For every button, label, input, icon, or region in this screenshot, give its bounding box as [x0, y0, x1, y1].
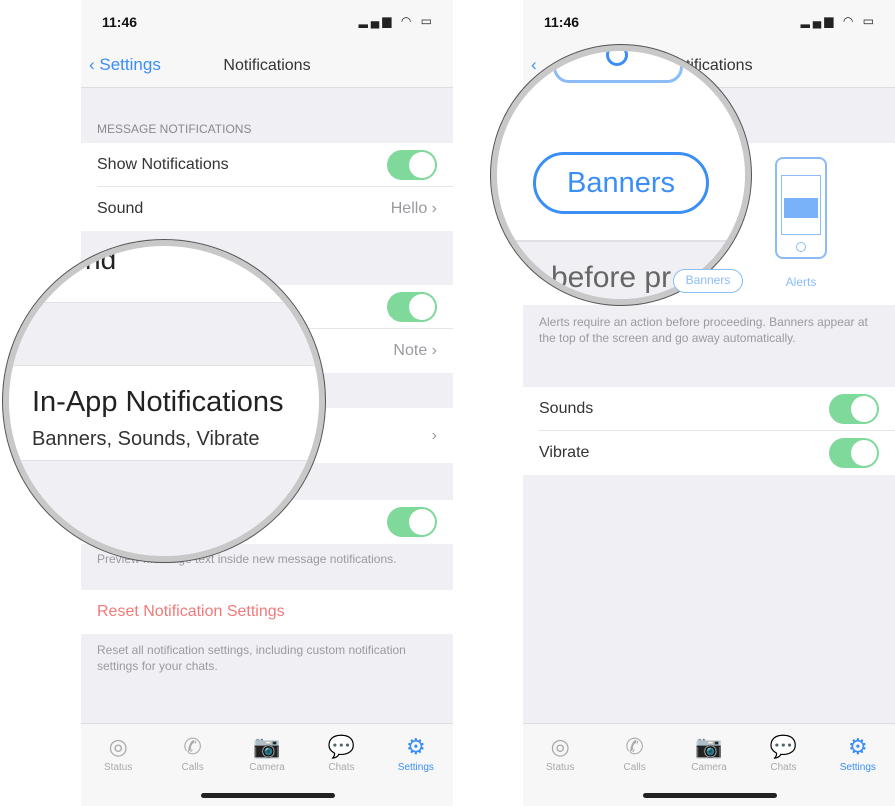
banners-phone-icon: [553, 51, 683, 83]
magnified-partial-text: before pr: [551, 261, 672, 294]
status-time: 11:46: [102, 14, 138, 30]
sound-vibrate-group: Sounds Vibrate: [523, 387, 895, 475]
group-sound-value: Note ›: [393, 342, 437, 359]
status-time: 11:46: [544, 14, 580, 30]
status-icons: ▂▄▆ ◠ ▭: [358, 14, 435, 28]
tab-status[interactable]: ◎ Status: [81, 724, 155, 806]
status-icon: ◎: [550, 734, 570, 759]
magnified-partial-text: nd: [85, 244, 117, 275]
tab-bar: ◎ Status ✆ Calls 📷 Camera 💬 Chats ⚙ Settings: [523, 723, 895, 806]
sound-row[interactable]: Sound Hello ›: [97, 187, 453, 231]
reset-footer: Reset all notification settings, includi…: [97, 643, 406, 673]
banners-pill[interactable]: Banners: [533, 152, 709, 214]
sounds-toggle[interactable]: [829, 394, 879, 424]
status-bar: 11:46 ▂▄▆ ◠ ▭: [81, 0, 453, 44]
status-icons: ▂▄▆ ◠ ▭: [800, 14, 877, 28]
gear-icon: ⚙: [405, 734, 426, 759]
camera-icon: 📷: [695, 734, 723, 759]
phone-icon: ✆: [183, 734, 202, 759]
sounds-row: Sounds: [539, 387, 895, 431]
vibrate-toggle[interactable]: [829, 438, 879, 468]
show-preview-toggle[interactable]: [387, 507, 437, 537]
camera-icon: 📷: [253, 734, 281, 759]
tab-status[interactable]: ◎ Status: [523, 724, 597, 806]
group-show-toggle[interactable]: [387, 292, 437, 322]
alerts-option[interactable]: Alerts: [775, 275, 827, 289]
reset-notification-settings-button[interactable]: Reset Notification Settings: [97, 590, 453, 634]
vibrate-row: Vibrate: [539, 431, 895, 475]
in-app-notifications-title[interactable]: In-App Notifications: [32, 386, 283, 419]
magnifier-in-app-notifications: nd In-App Notifications Banners, Sounds,…: [3, 240, 325, 562]
row-label: Sound: [97, 200, 144, 217]
home-indicator: [643, 793, 777, 798]
alerts-phone-icon[interactable]: [775, 157, 827, 259]
row-label: Show Notifications: [97, 156, 229, 173]
chat-icon: 💬: [769, 734, 798, 759]
sound-value: Hello ›: [390, 200, 437, 217]
nav-bar: ‹ Settings Notifications: [81, 44, 453, 88]
home-indicator: [201, 793, 335, 798]
tab-settings[interactable]: ⚙ Settings: [379, 724, 453, 806]
banners-option-label: Banners: [685, 273, 731, 287]
reset-group: Reset Notification Settings: [81, 590, 453, 634]
in-app-notifications-subtitle: Banners, Sounds, Vibrate: [32, 428, 260, 450]
chat-icon: 💬: [327, 734, 356, 759]
magnifier-banners: Banners before pr: [491, 45, 751, 305]
section-header: MESSAGE NOTIFICATIONS: [97, 122, 252, 136]
tab-settings[interactable]: ⚙ Settings: [821, 724, 895, 806]
style-footer: Alerts require an action before proceedi…: [539, 315, 868, 345]
banners-option[interactable]: Banners: [673, 269, 743, 293]
chevron-right-icon: ›: [431, 427, 437, 444]
phone-icon: ✆: [625, 734, 644, 759]
status-icon: ◎: [108, 734, 128, 759]
status-bar: 11:46 ▂▄▆ ◠ ▭: [523, 0, 895, 44]
show-notifications-row: Show Notifications: [97, 143, 453, 187]
show-notifications-toggle[interactable]: [387, 150, 437, 180]
page-title: Notifications: [223, 57, 311, 74]
gear-icon: ⚙: [847, 734, 868, 759]
message-notifications-group: Show Notifications Sound Hello ›: [81, 143, 453, 231]
tab-bar: ◎ Status ✆ Calls 📷 Camera 💬 Chats ⚙ Settings: [81, 723, 453, 806]
